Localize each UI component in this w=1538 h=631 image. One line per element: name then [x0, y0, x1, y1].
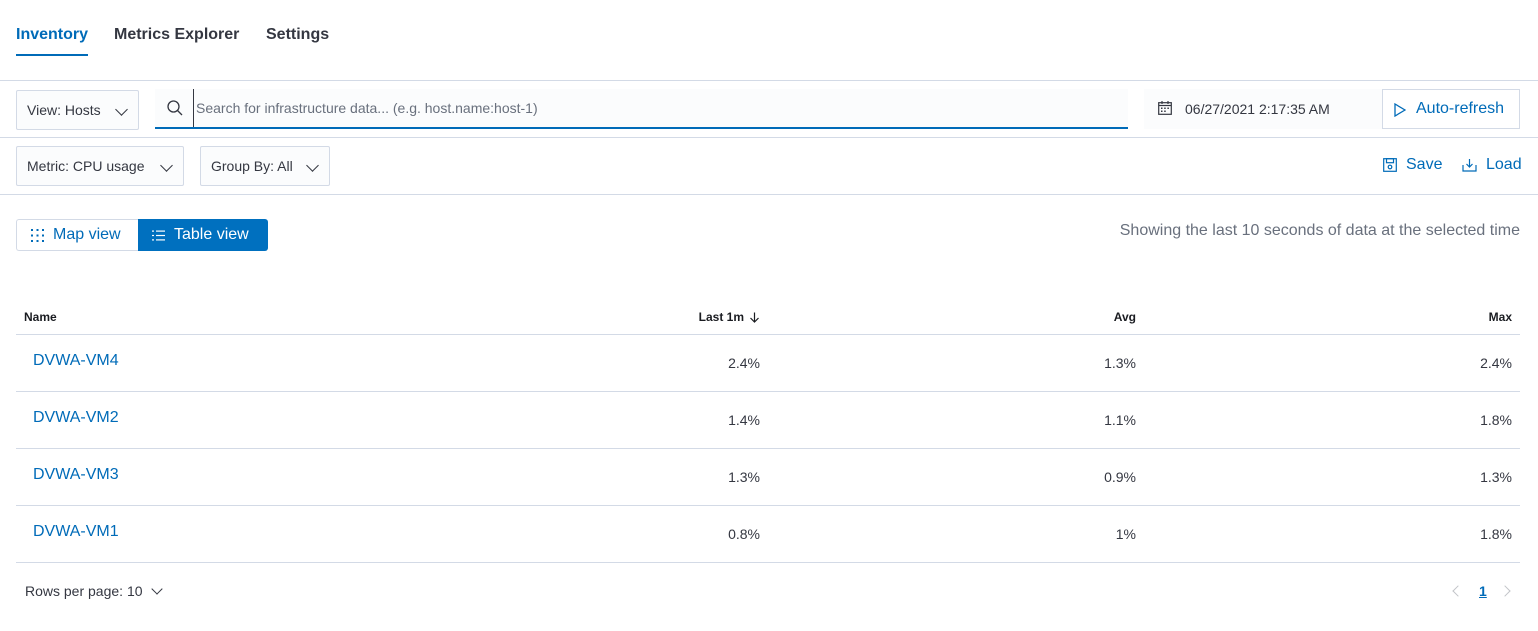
- chevron-down-icon: [306, 159, 319, 172]
- hosts-table: Name Last 1m Avg Max DVWA-VM4 2.4% 1.3% …: [16, 300, 1520, 563]
- chevron-down-icon: [150, 583, 163, 595]
- filter-bar: View: Hosts 06/27/2021 2:17:35 AM Auto-r…: [0, 81, 1538, 138]
- load-label: Load: [1486, 156, 1522, 173]
- play-icon: [1394, 103, 1406, 117]
- group-by-label: Group By: All: [211, 158, 293, 174]
- auto-refresh-label: Auto-refresh: [1416, 100, 1505, 117]
- tab-settings[interactable]: Settings: [266, 25, 329, 57]
- save-label: Save: [1406, 156, 1443, 173]
- save-icon: [1383, 158, 1397, 172]
- date-picker[interactable]: 06/27/2021 2:17:35 AM: [1144, 89, 1383, 129]
- table-footer: Rows per page: 10 1: [16, 575, 1520, 607]
- view-select-label: View: Hosts: [27, 102, 101, 118]
- list-icon: [152, 230, 165, 240]
- column-header-max[interactable]: Max: [1489, 310, 1512, 324]
- host-name-link[interactable]: DVWA-VM3: [33, 466, 119, 484]
- rows-per-page-label: Rows per page: 10: [25, 583, 143, 599]
- column-header-last-1m[interactable]: Last 1m: [699, 310, 760, 324]
- cell-max: 1.8%: [1480, 526, 1512, 542]
- load-button[interactable]: Load: [1462, 156, 1522, 174]
- table-view-label: Table view: [174, 226, 249, 243]
- cell-last-1m: 1.3%: [728, 469, 760, 485]
- cell-last-1m: 2.4%: [728, 355, 760, 371]
- view-select[interactable]: View: Hosts: [16, 90, 139, 130]
- cell-max: 2.4%: [1480, 355, 1512, 371]
- table-row: DVWA-VM1 0.8% 1% 1.8%: [16, 506, 1520, 563]
- download-icon: [1462, 159, 1477, 172]
- column-header-last-1m-label: Last 1m: [698, 310, 744, 324]
- rows-per-page-select[interactable]: Rows per page: 10: [25, 583, 163, 599]
- column-header-avg[interactable]: Avg: [1114, 310, 1136, 324]
- table-header: Name Last 1m Avg Max: [16, 300, 1520, 335]
- cell-avg: 1.1%: [1104, 412, 1136, 428]
- table-view-button[interactable]: Table view: [138, 219, 268, 251]
- table-row: DVWA-VM3 1.3% 0.9% 1.3%: [16, 449, 1520, 506]
- cell-avg: 1%: [1115, 526, 1136, 542]
- cell-avg: 1.3%: [1104, 355, 1136, 371]
- table-row: DVWA-VM4 2.4% 1.3% 2.4%: [16, 335, 1520, 392]
- chevron-down-icon: [115, 103, 128, 116]
- metric-toolbar: Metric: CPU usage Group By: All Save Loa…: [0, 138, 1538, 195]
- chevron-down-icon: [160, 159, 173, 172]
- auto-refresh-button[interactable]: Auto-refresh: [1382, 89, 1520, 129]
- search-bar: [155, 89, 1128, 129]
- cell-max: 1.8%: [1480, 412, 1512, 428]
- search-icon: [167, 100, 183, 116]
- next-page-icon[interactable]: [1499, 585, 1511, 597]
- tab-metrics-explorer[interactable]: Metrics Explorer: [114, 25, 239, 57]
- cell-last-1m: 1.4%: [728, 412, 760, 428]
- group-by-select[interactable]: Group By: All: [200, 146, 330, 186]
- table-row: DVWA-VM2 1.4% 1.1% 1.8%: [16, 392, 1520, 449]
- tab-inventory[interactable]: Inventory: [16, 25, 89, 57]
- metric-select-label: Metric: CPU usage: [27, 158, 145, 174]
- data-window-text: Showing the last 10 seconds of data at t…: [1119, 222, 1520, 239]
- cell-avg: 0.9%: [1104, 469, 1136, 485]
- search-input[interactable]: [193, 89, 1113, 127]
- tab-bar: Inventory Metrics Explorer Settings: [0, 0, 1538, 81]
- cell-last-1m: 0.8%: [728, 526, 760, 542]
- date-value: 06/27/2021 2:17:35 AM: [1185, 101, 1330, 117]
- host-name-link[interactable]: DVWA-VM2: [33, 409, 119, 427]
- previous-page-icon[interactable]: [1452, 585, 1464, 597]
- metric-select[interactable]: Metric: CPU usage: [16, 146, 184, 186]
- host-name-link[interactable]: DVWA-VM4: [33, 352, 119, 370]
- view-toggle: Map view Table view: [16, 219, 268, 251]
- sort-descending-icon: [750, 312, 759, 323]
- map-view-label: Map view: [53, 226, 121, 243]
- host-name-link[interactable]: DVWA-VM1: [33, 523, 119, 541]
- cell-max: 1.3%: [1480, 469, 1512, 485]
- column-header-name[interactable]: Name: [24, 310, 57, 324]
- grid-dots-icon: [31, 228, 44, 242]
- save-button[interactable]: Save: [1383, 156, 1442, 174]
- calendar-icon: [1158, 101, 1172, 115]
- map-view-button[interactable]: Map view: [16, 219, 138, 251]
- page-number[interactable]: 1: [1479, 583, 1487, 599]
